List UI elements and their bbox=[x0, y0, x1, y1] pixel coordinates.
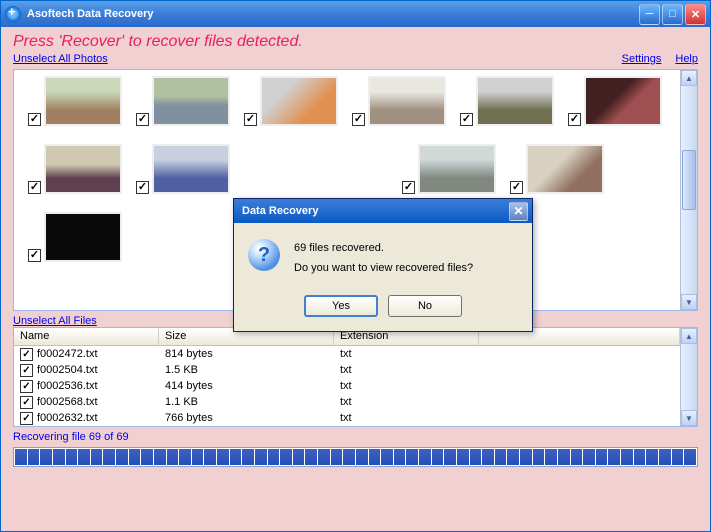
photo-checkbox[interactable] bbox=[352, 113, 365, 126]
photo-checkbox[interactable] bbox=[136, 181, 149, 194]
unselect-all-files-link[interactable]: Unselect All Files bbox=[13, 315, 97, 327]
no-button[interactable]: No bbox=[388, 295, 462, 317]
photo-item[interactable] bbox=[28, 144, 122, 194]
file-size: 1.5 KB bbox=[159, 364, 334, 376]
dialog-line1: 69 files recovered. bbox=[294, 239, 473, 259]
window-title: Asoftech Data Recovery bbox=[27, 8, 639, 20]
file-row[interactable]: f0002632.txt 766 bytestxt bbox=[14, 410, 680, 426]
maximize-button[interactable]: □ bbox=[662, 4, 683, 25]
scroll-down-icon[interactable]: ▼ bbox=[681, 294, 697, 310]
unselect-all-photos-link[interactable]: Unselect All Photos bbox=[13, 53, 108, 65]
photo-item[interactable] bbox=[460, 76, 554, 126]
column-name[interactable]: Name bbox=[14, 328, 159, 345]
photo-item[interactable] bbox=[510, 144, 604, 194]
photo-checkbox[interactable] bbox=[510, 181, 523, 194]
photo-thumbnail[interactable] bbox=[584, 76, 662, 126]
file-checkbox[interactable] bbox=[20, 412, 33, 425]
dialog-line2: Do you want to view recovered files? bbox=[294, 259, 473, 279]
file-name: f0002472.txt bbox=[37, 348, 98, 360]
settings-link[interactable]: Settings bbox=[622, 53, 662, 65]
file-size: 1.1 KB bbox=[159, 396, 334, 408]
photo-checkbox[interactable] bbox=[28, 181, 41, 194]
files-scrollbar[interactable]: ▲ ▼ bbox=[680, 328, 697, 426]
photo-thumbnail[interactable] bbox=[44, 212, 122, 262]
app-icon bbox=[5, 6, 21, 22]
file-size: 766 bytes bbox=[159, 412, 334, 424]
photo-checkbox[interactable] bbox=[28, 249, 41, 262]
files-section: Unselect All Files Name Size Extension f… bbox=[13, 315, 698, 427]
photo-checkbox[interactable] bbox=[568, 113, 581, 126]
photo-item[interactable] bbox=[28, 212, 122, 262]
scroll-up-icon[interactable]: ▲ bbox=[681, 328, 697, 344]
photo-thumbnail[interactable] bbox=[526, 144, 604, 194]
window-buttons: ─ □ ✕ bbox=[639, 4, 706, 25]
file-row[interactable]: f0002472.txt 814 bytestxt bbox=[14, 346, 680, 362]
photo-thumbnail[interactable] bbox=[152, 76, 230, 126]
file-ext: txt bbox=[334, 412, 479, 424]
photo-checkbox[interactable] bbox=[244, 113, 257, 126]
scroll-down-icon[interactable]: ▼ bbox=[681, 410, 697, 426]
photo-item[interactable] bbox=[136, 76, 230, 126]
photo-checkbox[interactable] bbox=[402, 181, 415, 194]
dialog-message: 69 files recovered. Do you want to view … bbox=[294, 239, 473, 279]
photo-item[interactable] bbox=[28, 76, 122, 126]
top-links: Unselect All Photos Settings Help bbox=[1, 53, 710, 69]
photo-thumbnail[interactable] bbox=[152, 144, 230, 194]
recovery-dialog: Data Recovery ✕ ? 69 files recovered. Do… bbox=[233, 198, 533, 332]
help-link[interactable]: Help bbox=[675, 53, 698, 65]
file-name: f0002504.txt bbox=[37, 364, 98, 376]
photo-item[interactable] bbox=[136, 144, 230, 194]
photo-thumbnail[interactable] bbox=[418, 144, 496, 194]
photo-checkbox[interactable] bbox=[460, 113, 473, 126]
photo-thumbnail[interactable] bbox=[368, 76, 446, 126]
instruction-text: Press 'Recover' to recover files detecte… bbox=[1, 27, 710, 53]
file-ext: txt bbox=[334, 380, 479, 392]
file-checkbox[interactable] bbox=[20, 364, 33, 377]
file-name: f0002536.txt bbox=[37, 380, 98, 392]
minimize-button[interactable]: ─ bbox=[639, 4, 660, 25]
file-checkbox[interactable] bbox=[20, 396, 33, 409]
scroll-up-icon[interactable]: ▲ bbox=[681, 70, 697, 86]
photo-item[interactable] bbox=[568, 76, 662, 126]
file-checkbox[interactable] bbox=[20, 380, 33, 393]
photo-checkbox[interactable] bbox=[28, 113, 41, 126]
titlebar: Asoftech Data Recovery ─ □ ✕ bbox=[1, 1, 710, 27]
files-list: Name Size Extension f0002472.txt814 byte… bbox=[13, 327, 698, 427]
progress-bar bbox=[13, 447, 698, 467]
file-size: 414 bytes bbox=[159, 380, 334, 392]
status-text: Recovering file 69 of 69 bbox=[1, 427, 710, 447]
photo-item[interactable] bbox=[352, 76, 446, 126]
scrollbar-handle[interactable] bbox=[682, 150, 696, 210]
file-ext: txt bbox=[334, 364, 479, 376]
photo-item[interactable] bbox=[402, 144, 496, 194]
photo-checkbox[interactable] bbox=[136, 113, 149, 126]
file-checkbox[interactable] bbox=[20, 348, 33, 361]
file-row[interactable]: f0002536.txt 414 bytestxt bbox=[14, 378, 680, 394]
photo-thumbnail[interactable] bbox=[476, 76, 554, 126]
thumbnails-scrollbar[interactable]: ▲ ▼ bbox=[680, 70, 697, 310]
file-row[interactable]: f0002504.txt 1.5 KBtxt bbox=[14, 362, 680, 378]
dialog-close-button[interactable]: ✕ bbox=[509, 202, 528, 221]
dialog-title: Data Recovery bbox=[238, 205, 509, 217]
question-icon: ? bbox=[248, 239, 280, 271]
file-ext: txt bbox=[334, 348, 479, 360]
dialog-titlebar: Data Recovery ✕ bbox=[234, 199, 532, 223]
photo-thumbnail[interactable] bbox=[44, 76, 122, 126]
file-name: f0002568.txt bbox=[37, 396, 98, 408]
photo-item[interactable] bbox=[244, 76, 338, 126]
photo-thumbnail[interactable] bbox=[44, 144, 122, 194]
photo-thumbnail[interactable] bbox=[260, 76, 338, 126]
yes-button[interactable]: Yes bbox=[304, 295, 378, 317]
close-button[interactable]: ✕ bbox=[685, 4, 706, 25]
file-ext: txt bbox=[334, 396, 479, 408]
file-name: f0002632.txt bbox=[37, 412, 98, 424]
file-row[interactable]: f0002568.txt 1.1 KBtxt bbox=[14, 394, 680, 410]
file-size: 814 bytes bbox=[159, 348, 334, 360]
